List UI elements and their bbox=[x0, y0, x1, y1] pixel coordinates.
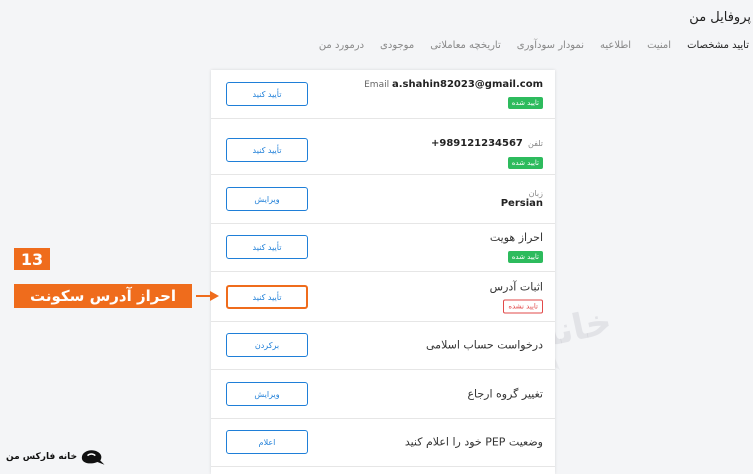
identity-label: احراز هویت bbox=[489, 231, 543, 244]
phone-value: +989121234567 bbox=[431, 138, 523, 149]
email-value: a.shahin82023@gmail.com bbox=[391, 79, 543, 90]
tab-notifications[interactable]: اطلاعیه bbox=[600, 40, 631, 51]
address-label: اثبات آدرس bbox=[489, 280, 543, 294]
tab-security[interactable]: امنیت bbox=[647, 40, 671, 51]
phone-status-badge: تایید شده bbox=[507, 157, 543, 169]
email-label: Email bbox=[364, 80, 390, 90]
identity-status-badge: تایید شده bbox=[507, 251, 543, 263]
language-value: Persian bbox=[500, 198, 543, 209]
tab-balance[interactable]: موجودی bbox=[380, 40, 414, 51]
language-label: زبان bbox=[528, 189, 543, 198]
step-number-badge: 13 bbox=[14, 248, 50, 270]
brand-logo-text: خانه فارکس من bbox=[6, 452, 78, 462]
verification-card: تأیید کنید Email a.shahin82023@gmail.com… bbox=[211, 70, 555, 474]
page-title: پروفایل من bbox=[689, 10, 751, 25]
brand-logo-icon bbox=[81, 450, 105, 465]
referral-group-label: تغییر گروه ارجاع bbox=[467, 387, 543, 401]
pep-status-row: اعلام وضعیت PEP خود را اعلام کنید bbox=[211, 418, 555, 467]
islamic-account-row: برکردن درخواست حساب اسلامی bbox=[211, 321, 555, 370]
phone-row: تأیید کنید تلفن +989121234567 تایید شده bbox=[211, 126, 555, 175]
address-row: تأیید کنید اثبات آدرس تایید نشده bbox=[211, 273, 555, 322]
brand-logo: خانه فارکس من bbox=[6, 444, 106, 470]
email-status-badge: تایید شده bbox=[507, 97, 543, 109]
pep-status-label: وضعیت PEP خود را اعلام کنید bbox=[404, 435, 543, 449]
tab-about-me[interactable]: درمورد من bbox=[319, 40, 364, 51]
profile-tabs: درمورد من موجودی تاریخچه معاملاتی نمودار… bbox=[319, 40, 749, 51]
arrow-right-icon bbox=[196, 291, 219, 301]
language-row: ویرایش زبان Persian bbox=[211, 175, 555, 224]
tab-trade-history[interactable]: تاریخچه معاملاتی bbox=[430, 40, 501, 51]
islamic-account-label: درخواست حساب اسلامی bbox=[426, 338, 543, 352]
verify-email-button[interactable]: تأیید کنید bbox=[226, 82, 308, 106]
email-row: تأیید کنید Email a.shahin82023@gmail.com… bbox=[211, 70, 555, 119]
declare-pep-button[interactable]: اعلام bbox=[226, 430, 308, 454]
step-label-box: احراز آدرس سکونت bbox=[14, 284, 192, 308]
edit-language-button[interactable]: ویرایش bbox=[226, 187, 308, 211]
tab-verification[interactable]: تایید مشخصات bbox=[687, 40, 749, 51]
islamic-account-button[interactable]: برکردن bbox=[226, 333, 308, 357]
identity-row: تأیید کنید احراز هویت تایید شده bbox=[211, 223, 555, 272]
referral-group-row: ویرایش تغییر گروه ارجاع bbox=[211, 370, 555, 419]
edit-referral-group-button[interactable]: ویرایش bbox=[226, 382, 308, 406]
address-status-badge: تایید نشده bbox=[503, 299, 543, 314]
verify-identity-button[interactable]: تأیید کنید bbox=[226, 235, 308, 259]
verify-phone-button[interactable]: تأیید کنید bbox=[226, 138, 308, 162]
verify-address-button[interactable]: تأیید کنید bbox=[226, 285, 308, 309]
phone-label: تلفن bbox=[527, 139, 543, 148]
tab-profit-chart[interactable]: نمودار سودآوری bbox=[517, 40, 584, 51]
